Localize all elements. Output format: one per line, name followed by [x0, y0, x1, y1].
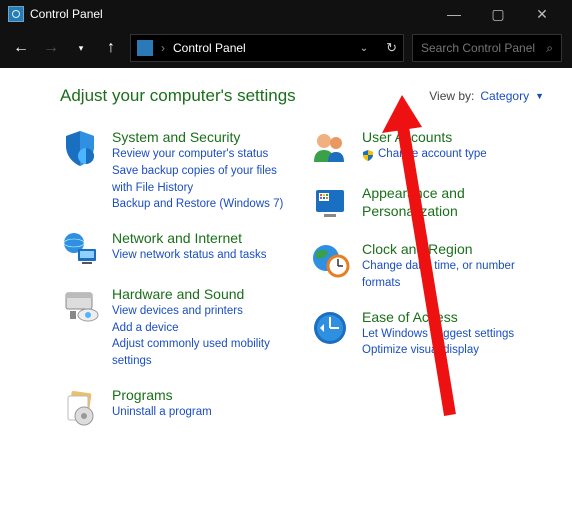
- forward-button[interactable]: →: [40, 39, 62, 57]
- minimize-button[interactable]: —: [432, 0, 476, 28]
- category-link[interactable]: Change date, time, or number formats: [362, 258, 544, 291]
- close-button[interactable]: ✕: [520, 0, 564, 28]
- content-area: Adjust your computer's settings View by:…: [0, 68, 572, 452]
- control-panel-icon: [8, 6, 24, 22]
- category-link[interactable]: View devices and printers: [112, 303, 294, 320]
- category-title[interactable]: Clock and Region: [362, 240, 544, 258]
- up-button[interactable]: ↑: [100, 39, 122, 57]
- nav-toolbar: ← → ▾ ↑ › Control Panel ⌄ ↻ ⌕: [0, 28, 572, 68]
- maximize-button[interactable]: ▢: [476, 0, 520, 28]
- category-title[interactable]: Programs: [112, 386, 212, 404]
- category-clock-region: Clock and Region Change date, time, or n…: [310, 240, 544, 292]
- users-icon: [310, 128, 350, 168]
- search-box[interactable]: ⌕: [412, 34, 562, 62]
- breadcrumb-sep: ›: [161, 41, 165, 55]
- category-link[interactable]: Save backup copies of your files with Fi…: [112, 163, 294, 196]
- category-link[interactable]: Uninstall a program: [112, 404, 212, 421]
- ease-of-access-icon: [310, 308, 350, 348]
- category-title[interactable]: Appearance and Personalization: [362, 184, 544, 220]
- category-link[interactable]: Backup and Restore (Windows 7): [112, 196, 294, 213]
- category-title[interactable]: System and Security: [112, 128, 294, 146]
- left-column: System and Security Review your computer…: [60, 128, 294, 442]
- category-ease-of-access: Ease of Access Let Windows suggest setti…: [310, 308, 544, 360]
- category-network-internet: Network and Internet View network status…: [60, 229, 294, 269]
- titlebar: Control Panel — ▢ ✕: [0, 0, 572, 28]
- category-system-security: System and Security Review your computer…: [60, 128, 294, 213]
- appearance-icon: [310, 184, 350, 224]
- address-bar[interactable]: › Control Panel ⌄ ↻: [130, 34, 404, 62]
- category-link[interactable]: Optimize visual display: [362, 342, 514, 359]
- category-appearance: Appearance and Personalization: [310, 184, 544, 224]
- recent-dropdown[interactable]: ▾: [70, 43, 92, 54]
- category-title[interactable]: Ease of Access: [362, 308, 514, 326]
- address-dropdown-icon[interactable]: ⌄: [360, 43, 368, 54]
- control-panel-icon: [137, 40, 153, 56]
- view-by-control[interactable]: View by: Category ▼: [429, 89, 544, 103]
- category-link[interactable]: Add a device: [112, 320, 294, 337]
- back-button[interactable]: ←: [10, 39, 32, 57]
- category-user-accounts: User Accounts Change account type: [310, 128, 544, 168]
- network-icon: [60, 229, 100, 269]
- viewby-value[interactable]: Category: [480, 89, 529, 103]
- window-title: Control Panel: [30, 7, 432, 21]
- chevron-down-icon[interactable]: ▼: [535, 91, 544, 101]
- search-icon[interactable]: ⌕: [546, 41, 553, 56]
- category-link[interactable]: Change account type: [378, 146, 487, 163]
- shield-icon: [60, 128, 100, 168]
- search-input[interactable]: [421, 41, 541, 55]
- category-programs: Programs Uninstall a program: [60, 386, 294, 426]
- category-link[interactable]: Adjust commonly used mobility settings: [112, 336, 294, 369]
- refresh-button[interactable]: ↻: [386, 40, 397, 56]
- viewby-label: View by:: [429, 89, 474, 103]
- category-title[interactable]: Hardware and Sound: [112, 285, 294, 303]
- breadcrumb[interactable]: Control Panel: [173, 41, 246, 55]
- category-link[interactable]: Let Windows suggest settings: [362, 326, 514, 343]
- right-column: User Accounts Change account type Appear…: [310, 128, 544, 442]
- programs-icon: [60, 386, 100, 426]
- hardware-icon: [60, 285, 100, 325]
- category-title[interactable]: Network and Internet: [112, 229, 266, 247]
- page-heading: Adjust your computer's settings: [60, 86, 296, 106]
- category-hardware-sound: Hardware and Sound View devices and prin…: [60, 285, 294, 370]
- category-title[interactable]: User Accounts: [362, 128, 487, 146]
- clock-icon: [310, 240, 350, 280]
- category-link[interactable]: View network status and tasks: [112, 247, 266, 264]
- uac-shield-icon: [362, 149, 374, 161]
- category-link[interactable]: Review your computer's status: [112, 146, 294, 163]
